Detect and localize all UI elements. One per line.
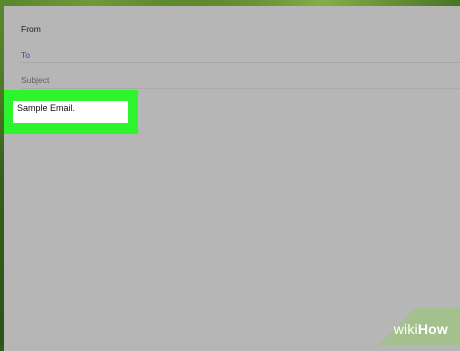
wikihow-logo: wikiHow — [394, 321, 448, 337]
compose-panel: From To Subject Sample Email. — [4, 6, 460, 351]
from-label: From — [21, 24, 41, 34]
from-row[interactable]: From — [4, 18, 460, 38]
watermark-prefix: wiki — [393, 321, 418, 337]
subject-label: Subject — [21, 75, 50, 85]
email-body-text: Sample Email. — [17, 103, 76, 113]
watermark-suffix: How — [417, 321, 448, 337]
wikihow-watermark: wikiHow — [360, 308, 460, 345]
email-body-field[interactable]: Sample Email. — [13, 101, 128, 123]
to-field[interactable]: To — [4, 44, 460, 64]
subject-field[interactable]: Subject — [4, 68, 460, 88]
subject-divider — [20, 88, 460, 89]
to-divider — [20, 62, 460, 63]
to-label: To — [21, 50, 30, 60]
